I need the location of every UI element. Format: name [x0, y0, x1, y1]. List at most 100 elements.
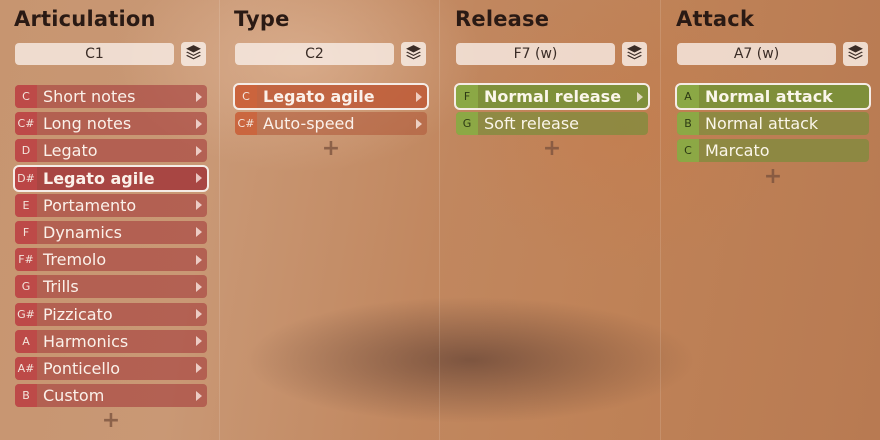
item-label: Long notes — [43, 114, 132, 134]
item-label: Pizzicato — [43, 304, 113, 324]
list-item[interactable]: D Legato — [15, 139, 207, 163]
chevron-right-icon[interactable] — [416, 118, 422, 129]
item-label: Soft release — [484, 114, 579, 134]
chevron-right-icon[interactable] — [196, 390, 202, 401]
list-item[interactable]: B Normal attack — [677, 112, 869, 136]
key-badge: A# — [15, 356, 37, 380]
item-label: Legato agile — [263, 87, 375, 106]
item-label: Short notes — [43, 87, 136, 106]
item-label: Ponticello — [43, 358, 121, 378]
column-title: Articulation — [14, 7, 156, 31]
trigger-field[interactable]: C1 — [15, 43, 174, 65]
attack-list: A Normal attack B Normal attack C Marcato + — [675, 83, 871, 189]
layers-button[interactable] — [622, 42, 647, 66]
layers-icon — [847, 44, 864, 65]
item-label: Tremolo — [43, 250, 107, 270]
chevron-right-icon[interactable] — [196, 91, 202, 102]
key-badge: G — [456, 112, 478, 136]
list-item[interactable]: E Portamento — [15, 193, 207, 217]
list-item[interactable]: G Trills — [15, 275, 207, 299]
item-label: Legato agile — [43, 168, 155, 188]
list-item[interactable]: G# Pizzicato — [15, 302, 207, 326]
chevron-right-icon[interactable] — [637, 91, 643, 102]
column-attack: Attack A7 (w) A Normal attack B Normal att… — [662, 0, 880, 440]
list-item[interactable]: B Custom — [15, 384, 207, 408]
key-badge: F — [456, 85, 478, 108]
chevron-right-icon[interactable] — [196, 145, 202, 156]
plus-icon: + — [542, 136, 562, 162]
plus-icon: + — [763, 163, 783, 189]
chevron-right-icon[interactable] — [196, 173, 202, 184]
release-list: F Normal release G Soft release + — [454, 83, 650, 162]
key-badge: C# — [235, 112, 257, 136]
list-item[interactable]: C Short notes — [15, 85, 207, 108]
chevron-right-icon[interactable] — [196, 227, 202, 238]
chevron-right-icon[interactable] — [196, 309, 202, 319]
chevron-right-icon[interactable] — [196, 254, 202, 265]
add-release-button[interactable]: + — [456, 136, 648, 162]
column-release: Release F7 (w) F Normal release G Soft rel… — [441, 0, 661, 440]
list-item-selected[interactable]: A Normal attack — [675, 83, 871, 110]
item-label: Marcato — [705, 141, 770, 161]
key-badge: A — [15, 329, 37, 353]
add-attack-button[interactable]: + — [677, 163, 869, 189]
type-list: C Legato agile C# Auto-speed + — [233, 83, 429, 162]
column-articulation: Articulation C1 C Short notes C# Long note… — [0, 0, 220, 440]
chevron-right-icon[interactable] — [196, 281, 202, 292]
item-label: Legato — [43, 141, 98, 161]
layers-button[interactable] — [401, 42, 426, 66]
key-badge: C# — [15, 112, 37, 136]
add-articulation-button[interactable]: + — [15, 410, 207, 432]
list-item[interactable]: G Soft release — [456, 112, 648, 136]
add-type-button[interactable]: + — [235, 136, 427, 162]
key-badge: A — [677, 85, 699, 108]
trigger-field[interactable]: C2 — [235, 43, 394, 65]
key-badge: C — [15, 85, 37, 108]
list-item[interactable]: C# Auto-speed — [235, 112, 427, 136]
item-label: Normal attack — [705, 87, 833, 106]
plus-icon: + — [321, 136, 341, 162]
chevron-right-icon[interactable] — [196, 336, 202, 347]
layers-icon — [405, 44, 422, 65]
list-item[interactable]: C Marcato — [677, 139, 869, 163]
key-badge: F# — [15, 248, 37, 272]
chevron-right-icon[interactable] — [416, 91, 422, 102]
layers-button[interactable] — [843, 42, 868, 66]
chevron-right-icon[interactable] — [196, 118, 202, 129]
chevron-right-icon[interactable] — [196, 363, 202, 374]
item-label: Custom — [43, 386, 105, 406]
chevron-right-icon[interactable] — [196, 200, 202, 211]
column-title: Attack — [676, 7, 755, 31]
item-label: Harmonics — [43, 331, 129, 351]
list-item[interactable]: A Harmonics — [15, 329, 207, 353]
key-badge: C — [235, 85, 257, 108]
list-item-selected[interactable]: C Legato agile — [233, 83, 429, 110]
item-label: Auto-speed — [263, 114, 355, 134]
trigger-field[interactable]: A7 (w) — [677, 43, 836, 65]
key-badge: C — [677, 139, 699, 163]
list-item[interactable]: C# Long notes — [15, 112, 207, 136]
item-label: Portamento — [43, 195, 137, 215]
key-badge: B — [15, 384, 37, 408]
key-badge: B — [677, 112, 699, 136]
key-badge: E — [15, 193, 37, 217]
layers-icon — [626, 44, 643, 65]
key-badge: D# — [15, 166, 37, 190]
list-item-selected[interactable]: D# Legato agile — [13, 164, 209, 192]
item-label: Dynamics — [43, 222, 122, 242]
list-item[interactable]: F# Tremolo — [15, 248, 207, 272]
item-label: Normal release — [484, 87, 622, 106]
item-label: Trills — [43, 277, 79, 297]
layers-button[interactable] — [181, 42, 206, 66]
layers-icon — [185, 44, 202, 65]
list-item[interactable]: F Dynamics — [15, 220, 207, 244]
column-title: Release — [455, 7, 550, 31]
key-badge: F — [15, 220, 37, 244]
key-badge: D — [15, 139, 37, 163]
column-type: Type C2 C Legato agile C# Auto-speed + — [220, 0, 440, 440]
column-title: Type — [234, 7, 290, 31]
key-badge: G — [15, 275, 37, 299]
list-item[interactable]: A# Ponticello — [15, 356, 207, 380]
trigger-field[interactable]: F7 (w) — [456, 43, 615, 65]
list-item-selected[interactable]: F Normal release — [454, 83, 650, 110]
